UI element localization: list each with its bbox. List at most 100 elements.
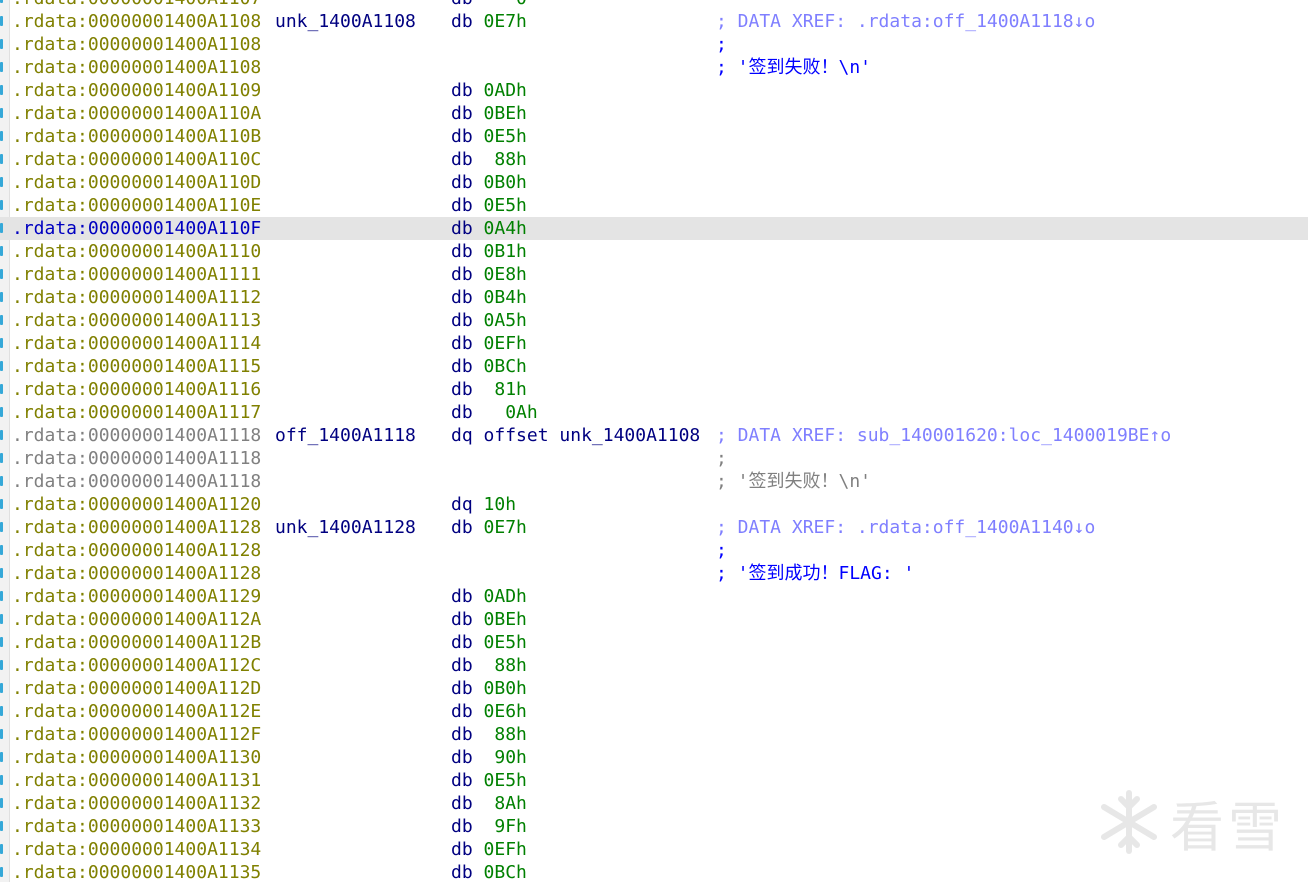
listing-row[interactable]: .rdata:00000001400A1118 ; '签到失败！\n' bbox=[0, 470, 1308, 493]
row-operand[interactable]: 0E7h bbox=[484, 11, 527, 32]
listing-row[interactable]: .rdata:00000001400A1109 db 0ADh bbox=[0, 79, 1308, 102]
row-address[interactable]: .rdata:00000001400A1118 bbox=[12, 470, 261, 493]
row-operand[interactable]: 9Fh bbox=[484, 816, 527, 837]
listing-row[interactable]: .rdata:00000001400A112D db 0B0h bbox=[0, 677, 1308, 700]
row-operand[interactable]: 0Ah bbox=[484, 402, 538, 423]
row-operand[interactable]: 88h bbox=[484, 149, 527, 170]
listing-row[interactable]: .rdata:00000001400A1118 off_1400A1118 dq o… bbox=[0, 424, 1308, 447]
row-address[interactable]: .rdata:00000001400A112E bbox=[12, 700, 261, 723]
row-address[interactable]: .rdata:00000001400A112C bbox=[12, 654, 261, 677]
row-operand[interactable]: 0B1h bbox=[484, 241, 527, 262]
row-operand[interactable]: 0E5h bbox=[484, 770, 527, 791]
listing-row[interactable]: .rdata:00000001400A1107 db 0 bbox=[0, 0, 1308, 10]
listing-row[interactable]: .rdata:00000001400A1128; bbox=[0, 539, 1308, 562]
row-address[interactable]: .rdata:00000001400A1112 bbox=[12, 286, 261, 309]
listing-row[interactable]: .rdata:00000001400A112B db 0E5h bbox=[0, 631, 1308, 654]
listing-row[interactable]: .rdata:00000001400A1128 unk_1400A1128 db 0… bbox=[0, 516, 1308, 539]
row-address[interactable]: .rdata:00000001400A110A bbox=[12, 102, 261, 125]
row-address[interactable]: .rdata:00000001400A1120 bbox=[12, 493, 261, 516]
row-address[interactable]: .rdata:00000001400A1110 bbox=[12, 240, 261, 263]
listing-row[interactable]: .rdata:00000001400A112A db 0BEh bbox=[0, 608, 1308, 631]
listing-row[interactable]: .rdata:00000001400A1135 db 0BCh bbox=[0, 861, 1308, 884]
row-operand[interactable]: 0 bbox=[484, 0, 527, 9]
listing-row[interactable]: .rdata:00000001400A110C db 88h bbox=[0, 148, 1308, 171]
listing-row[interactable]: .rdata:00000001400A1115 db 0BCh bbox=[0, 355, 1308, 378]
row-operand[interactable]: 0E5h bbox=[484, 126, 527, 147]
row-operand[interactable]: 0BEh bbox=[484, 609, 527, 630]
row-address[interactable]: .rdata:00000001400A1128 bbox=[12, 516, 261, 539]
row-address[interactable]: .rdata:00000001400A1118 bbox=[12, 424, 261, 447]
row-address[interactable]: .rdata:00000001400A1114 bbox=[12, 332, 261, 355]
row-address[interactable]: .rdata:00000001400A110E bbox=[12, 194, 261, 217]
row-operand[interactable]: 0BCh bbox=[484, 356, 527, 377]
listing-row[interactable]: .rdata:00000001400A110A db 0BEh bbox=[0, 102, 1308, 125]
row-address[interactable]: .rdata:00000001400A1116 bbox=[12, 378, 261, 401]
row-address[interactable]: .rdata:00000001400A1115 bbox=[12, 355, 261, 378]
row-address[interactable]: .rdata:00000001400A112B bbox=[12, 631, 261, 654]
listing-row[interactable]: .rdata:00000001400A112F db 88h bbox=[0, 723, 1308, 746]
listing-row[interactable]: .rdata:00000001400A1108; bbox=[0, 33, 1308, 56]
row-address[interactable]: .rdata:00000001400A1108 bbox=[12, 10, 261, 33]
row-address[interactable]: .rdata:00000001400A1128 bbox=[12, 562, 261, 585]
listing-row[interactable]: .rdata:00000001400A110E db 0E5h bbox=[0, 194, 1308, 217]
row-address[interactable]: .rdata:00000001400A1113 bbox=[12, 309, 261, 332]
row-address[interactable]: .rdata:00000001400A1131 bbox=[12, 769, 261, 792]
listing-row[interactable]: .rdata:00000001400A1114 db 0EFh bbox=[0, 332, 1308, 355]
listing-row[interactable]: .rdata:00000001400A1130 db 90h bbox=[0, 746, 1308, 769]
row-operand[interactable]: 0ADh bbox=[484, 586, 527, 607]
row-operand[interactable]: 0ADh bbox=[484, 80, 527, 101]
row-operand[interactable]: 0E6h bbox=[484, 701, 527, 722]
listing-row[interactable]: .rdata:00000001400A1110 db 0B1h bbox=[0, 240, 1308, 263]
row-operand[interactable]: 0E7h bbox=[484, 517, 527, 538]
listing-row[interactable]: .rdata:00000001400A1108 unk_1400A1108 db 0… bbox=[0, 10, 1308, 33]
listing-row[interactable]: .rdata:00000001400A110D db 0B0h bbox=[0, 171, 1308, 194]
row-operand[interactable]: 0E8h bbox=[484, 264, 527, 285]
listing-row[interactable]: .rdata:00000001400A112E db 0E6h bbox=[0, 700, 1308, 723]
row-address[interactable]: .rdata:00000001400A110C bbox=[12, 148, 261, 171]
row-operand[interactable]: 8Ah bbox=[484, 793, 527, 814]
row-operand[interactable]: 0A4h bbox=[484, 218, 527, 239]
listing-row[interactable]: .rdata:00000001400A1112 db 0B4h bbox=[0, 286, 1308, 309]
row-operand[interactable]: 0EFh bbox=[484, 333, 527, 354]
listing-row[interactable]: .rdata:00000001400A1120 dq 10h bbox=[0, 493, 1308, 516]
row-address[interactable]: .rdata:00000001400A112A bbox=[12, 608, 261, 631]
row-label[interactable]: unk_1400A1108 bbox=[275, 10, 416, 33]
row-operand[interactable]: 0BEh bbox=[484, 103, 527, 124]
row-address[interactable]: .rdata:00000001400A110B bbox=[12, 125, 261, 148]
row-address[interactable]: .rdata:00000001400A1107 bbox=[12, 0, 261, 10]
row-address[interactable]: .rdata:00000001400A1130 bbox=[12, 746, 261, 769]
row-address[interactable]: .rdata:00000001400A1108 bbox=[12, 33, 261, 56]
row-address[interactable]: .rdata:00000001400A1132 bbox=[12, 792, 261, 815]
listing-row[interactable]: .rdata:00000001400A1129 db 0ADh bbox=[0, 585, 1308, 608]
row-operand[interactable]: 0EFh bbox=[484, 839, 527, 860]
listing-row[interactable]: .rdata:00000001400A110F db 0A4h bbox=[0, 217, 1308, 240]
row-address[interactable]: .rdata:00000001400A1128 bbox=[12, 539, 261, 562]
row-operand[interactable]: 0E5h bbox=[484, 632, 527, 653]
row-operand[interactable]: 0E5h bbox=[484, 195, 527, 216]
row-label[interactable]: unk_1400A1128 bbox=[275, 516, 416, 539]
row-operand[interactable]: 0A5h bbox=[484, 310, 527, 331]
row-operand[interactable]: 0B4h bbox=[484, 287, 527, 308]
row-operand[interactable]: 88h bbox=[484, 724, 527, 745]
row-address[interactable]: .rdata:00000001400A1135 bbox=[12, 861, 261, 884]
row-address[interactable]: .rdata:00000001400A1118 bbox=[12, 447, 261, 470]
row-address[interactable]: .rdata:00000001400A110F bbox=[12, 217, 261, 240]
disassembly-listing[interactable]: .rdata:00000001400A1107db 0.rdata:000000… bbox=[0, 0, 1308, 884]
row-address[interactable]: .rdata:00000001400A1129 bbox=[12, 585, 261, 608]
row-operand[interactable]: 81h bbox=[484, 379, 527, 400]
row-address[interactable]: .rdata:00000001400A1108 bbox=[12, 56, 261, 79]
row-operand[interactable]: offset unk_1400A1108 bbox=[484, 425, 701, 446]
listing-row[interactable]: .rdata:00000001400A1116 db 81h bbox=[0, 378, 1308, 401]
row-address[interactable]: .rdata:00000001400A112F bbox=[12, 723, 261, 746]
row-address[interactable]: .rdata:00000001400A1117 bbox=[12, 401, 261, 424]
listing-row[interactable]: .rdata:00000001400A112C db 88h bbox=[0, 654, 1308, 677]
listing-row[interactable]: .rdata:00000001400A1108 ; '签到失败！\n' bbox=[0, 56, 1308, 79]
row-operand[interactable]: 0BCh bbox=[484, 862, 527, 883]
listing-row[interactable]: .rdata:00000001400A1118; bbox=[0, 447, 1308, 470]
row-operand[interactable]: 88h bbox=[484, 655, 527, 676]
row-address[interactable]: .rdata:00000001400A112D bbox=[12, 677, 261, 700]
row-address[interactable]: .rdata:00000001400A1134 bbox=[12, 838, 261, 861]
listing-row[interactable]: .rdata:00000001400A110B db 0E5h bbox=[0, 125, 1308, 148]
row-operand[interactable]: 10h bbox=[484, 494, 517, 515]
row-address[interactable]: .rdata:00000001400A1109 bbox=[12, 79, 261, 102]
